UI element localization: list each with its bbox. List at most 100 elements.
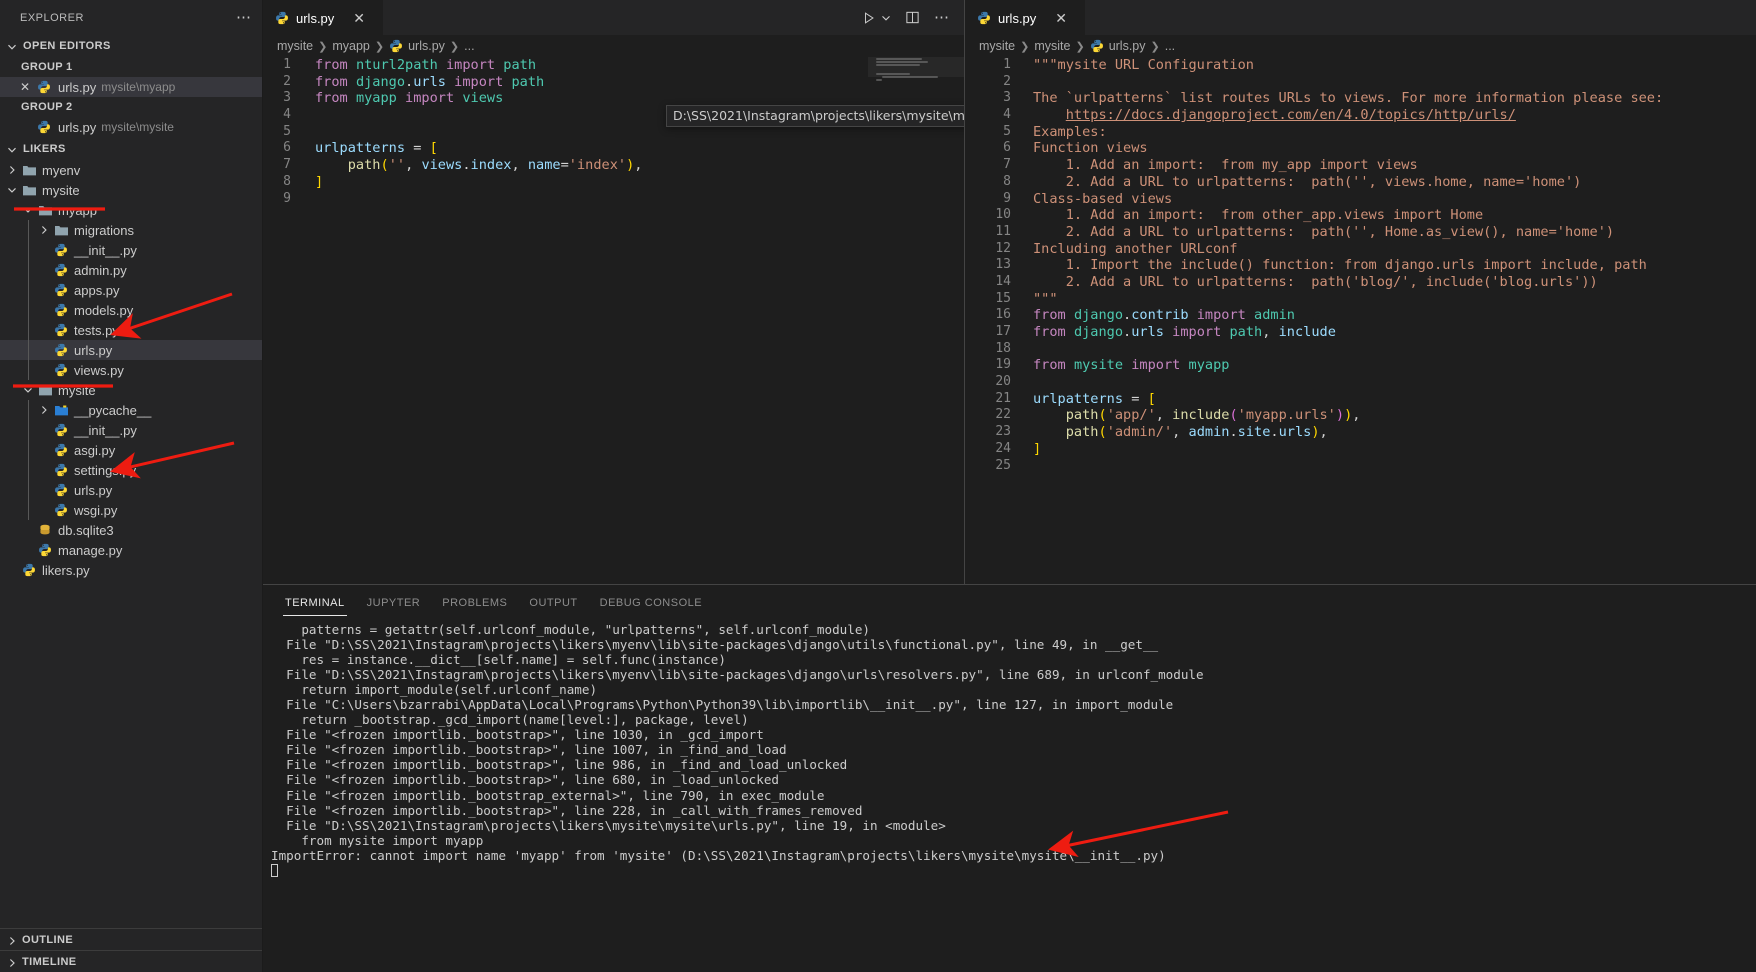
- chevron-down-icon[interactable]: [20, 203, 36, 218]
- terminal-line: ImportError: cannot import name 'myapp' …: [271, 847, 1166, 863]
- line-number: 20: [995, 374, 1011, 390]
- code-line: 21 urlpatterns = [: [965, 391, 1756, 408]
- code-text: Examples:: [1033, 123, 1107, 140]
- minimap-left[interactable]: [868, 57, 964, 584]
- section-outline[interactable]: OUTLINE: [0, 928, 262, 950]
- tree-item-urls-py[interactable]: urls.py: [0, 340, 262, 360]
- code-text: https://docs.djangoproject.com/en/4.0/to…: [1065, 107, 1516, 124]
- breadcrumb-item-2[interactable]: urls.py: [408, 39, 445, 53]
- tree-item-label: tests.py: [74, 322, 119, 338]
- code-line: 6 urlpatterns = [: [263, 140, 964, 157]
- code-line: 1 """mysite URL Configuration: [965, 57, 1756, 74]
- chevron-right-icon: ❯: [374, 40, 385, 53]
- tree-item-myenv[interactable]: myenv: [0, 160, 262, 180]
- tree-item-models-py[interactable]: models.py: [0, 300, 262, 320]
- chevron-down-icon[interactable]: [4, 183, 20, 198]
- panel-tab-debug-console[interactable]: DEBUG CONSOLE: [598, 589, 704, 616]
- line-number: 21: [995, 390, 1011, 406]
- tree-item-mysite[interactable]: mysite: [0, 180, 262, 200]
- ellipsis-icon[interactable]: ⋯: [934, 10, 950, 25]
- terminal-output[interactable]: patterns = getattr(self.urlconf_module, …: [263, 620, 1756, 972]
- tree-item-likers-py[interactable]: likers.py: [0, 560, 262, 580]
- tree-item-manage-py[interactable]: manage.py: [0, 540, 262, 560]
- line-number: 7: [1003, 157, 1011, 173]
- close-icon[interactable]: ✕: [18, 80, 32, 94]
- chevron-down-icon[interactable]: [20, 383, 36, 398]
- chevron-right-icon[interactable]: [4, 163, 20, 178]
- open-editor-item-myapp-urls[interactable]: ✕ urls.py mysite\myapp: [0, 77, 262, 97]
- section-timeline[interactable]: TIMELINE: [0, 950, 262, 972]
- terminal-line: return _bootstrap._gcd_import(name[level…: [271, 712, 749, 728]
- panel-tab-terminal[interactable]: TERMINAL: [283, 589, 347, 616]
- run-icon[interactable]: [862, 11, 876, 25]
- line-number: 2: [283, 73, 291, 89]
- split-editor-icon[interactable]: [905, 10, 920, 25]
- line-number: 19: [995, 357, 1011, 373]
- panel-tab-problems[interactable]: PROBLEMS: [440, 589, 509, 616]
- section-open-editors[interactable]: OPEN EDITORS: [0, 35, 262, 57]
- close-icon[interactable]: ✕: [1055, 11, 1067, 25]
- terminal-line: File "<frozen importlib._bootstrap>", li…: [271, 742, 787, 758]
- breadcrumb-item-1[interactable]: mysite: [1034, 39, 1070, 53]
- tab-mysite-urls-py[interactable]: urls.py ✕: [965, 0, 1085, 35]
- python-icon: [36, 543, 54, 557]
- tree-item--pycache-[interactable]: __pycache__: [0, 400, 262, 420]
- chevron-right-icon[interactable]: [36, 223, 52, 238]
- chevron-right-icon[interactable]: [36, 403, 52, 418]
- indent-guide: [28, 280, 29, 300]
- code-editor-right[interactable]: 1 """mysite URL Configuration 2 3 The `urlpa…: [965, 57, 1756, 584]
- code-line: 9 Class-based views: [965, 191, 1756, 208]
- indent-guide: [28, 340, 29, 360]
- breadcrumb-item-3[interactable]: ...: [1165, 39, 1175, 53]
- indent-guide: [28, 460, 29, 480]
- tree-item-urls-py[interactable]: urls.py: [0, 480, 262, 500]
- breadcrumb-item-1[interactable]: myapp: [332, 39, 370, 53]
- section-open-editors-label: OPEN EDITORS: [23, 40, 111, 52]
- line-number: 25: [995, 457, 1011, 473]
- close-icon[interactable]: ✕: [353, 11, 365, 25]
- tree-item-admin-py[interactable]: admin.py: [0, 260, 262, 280]
- tree-item-myapp[interactable]: myapp: [0, 200, 262, 220]
- breadcrumb-item-0[interactable]: mysite: [979, 39, 1015, 53]
- section-workspace-likers[interactable]: LIKERS: [0, 138, 262, 160]
- code-line: 16 from django.contrib import admin: [965, 307, 1756, 324]
- tree-item-apps-py[interactable]: apps.py: [0, 280, 262, 300]
- breadcrumb-item-0[interactable]: mysite: [277, 39, 313, 53]
- python-icon: [52, 463, 70, 477]
- tree-item-views-py[interactable]: views.py: [0, 360, 262, 380]
- breadcrumb-item-3[interactable]: ...: [464, 39, 474, 53]
- tree-item-migrations[interactable]: migrations: [0, 220, 262, 240]
- panel-tab-output[interactable]: OUTPUT: [527, 589, 579, 616]
- tree-item--init-py[interactable]: __init__.py: [0, 420, 262, 440]
- code-line: 12 Including another URLconf: [965, 241, 1756, 258]
- ellipsis-icon[interactable]: ⋯: [236, 10, 252, 25]
- chevron-down-icon[interactable]: [881, 13, 891, 23]
- indent-guide: [28, 300, 29, 320]
- tree-item-asgi-py[interactable]: asgi.py: [0, 440, 262, 460]
- panel-tab-jupyter[interactable]: JUPYTER: [365, 589, 423, 616]
- workspace-root-label: LIKERS: [23, 143, 66, 155]
- tree-item-settings-py[interactable]: settings.py: [0, 460, 262, 480]
- line-number: 17: [995, 324, 1011, 339]
- tree-item--init-py[interactable]: __init__.py: [0, 240, 262, 260]
- section-timeline-label: TIMELINE: [22, 955, 77, 968]
- code-text: """mysite URL Configuration: [1033, 57, 1254, 73]
- tree-item-wsgi-py[interactable]: wsgi.py: [0, 500, 262, 520]
- tree-item-mysite[interactable]: mysite: [0, 380, 262, 400]
- line-number: 2: [1003, 73, 1011, 89]
- line-number: 5: [283, 123, 291, 139]
- open-editor-item-mysite-urls[interactable]: urls.py mysite\mysite: [0, 117, 262, 137]
- indent-guide: [28, 440, 29, 460]
- python-icon: [52, 263, 70, 277]
- bottom-panel: TERMINAL JUPYTER PROBLEMS OUTPUT DEBUG CONSO…: [263, 584, 1756, 972]
- breadcrumb-item-2[interactable]: urls.py: [1109, 39, 1146, 53]
- python-icon: [52, 363, 70, 377]
- code-line: 4 https://docs.djangoproject.com/en/4.0/…: [965, 107, 1756, 124]
- terminal-line: File "<frozen importlib._bootstrap>", li…: [271, 757, 848, 773]
- tree-item-tests-py[interactable]: tests.py: [0, 320, 262, 340]
- terminal-line: File "<frozen importlib._bootstrap>", li…: [271, 727, 764, 743]
- tree-item-db-sqlite3[interactable]: db.sqlite3: [0, 520, 262, 540]
- code-editor-left[interactable]: 1 from nturl2path import path 2 from django…: [263, 57, 964, 584]
- tab-myapp-urls-py[interactable]: urls.py ✕: [263, 0, 383, 35]
